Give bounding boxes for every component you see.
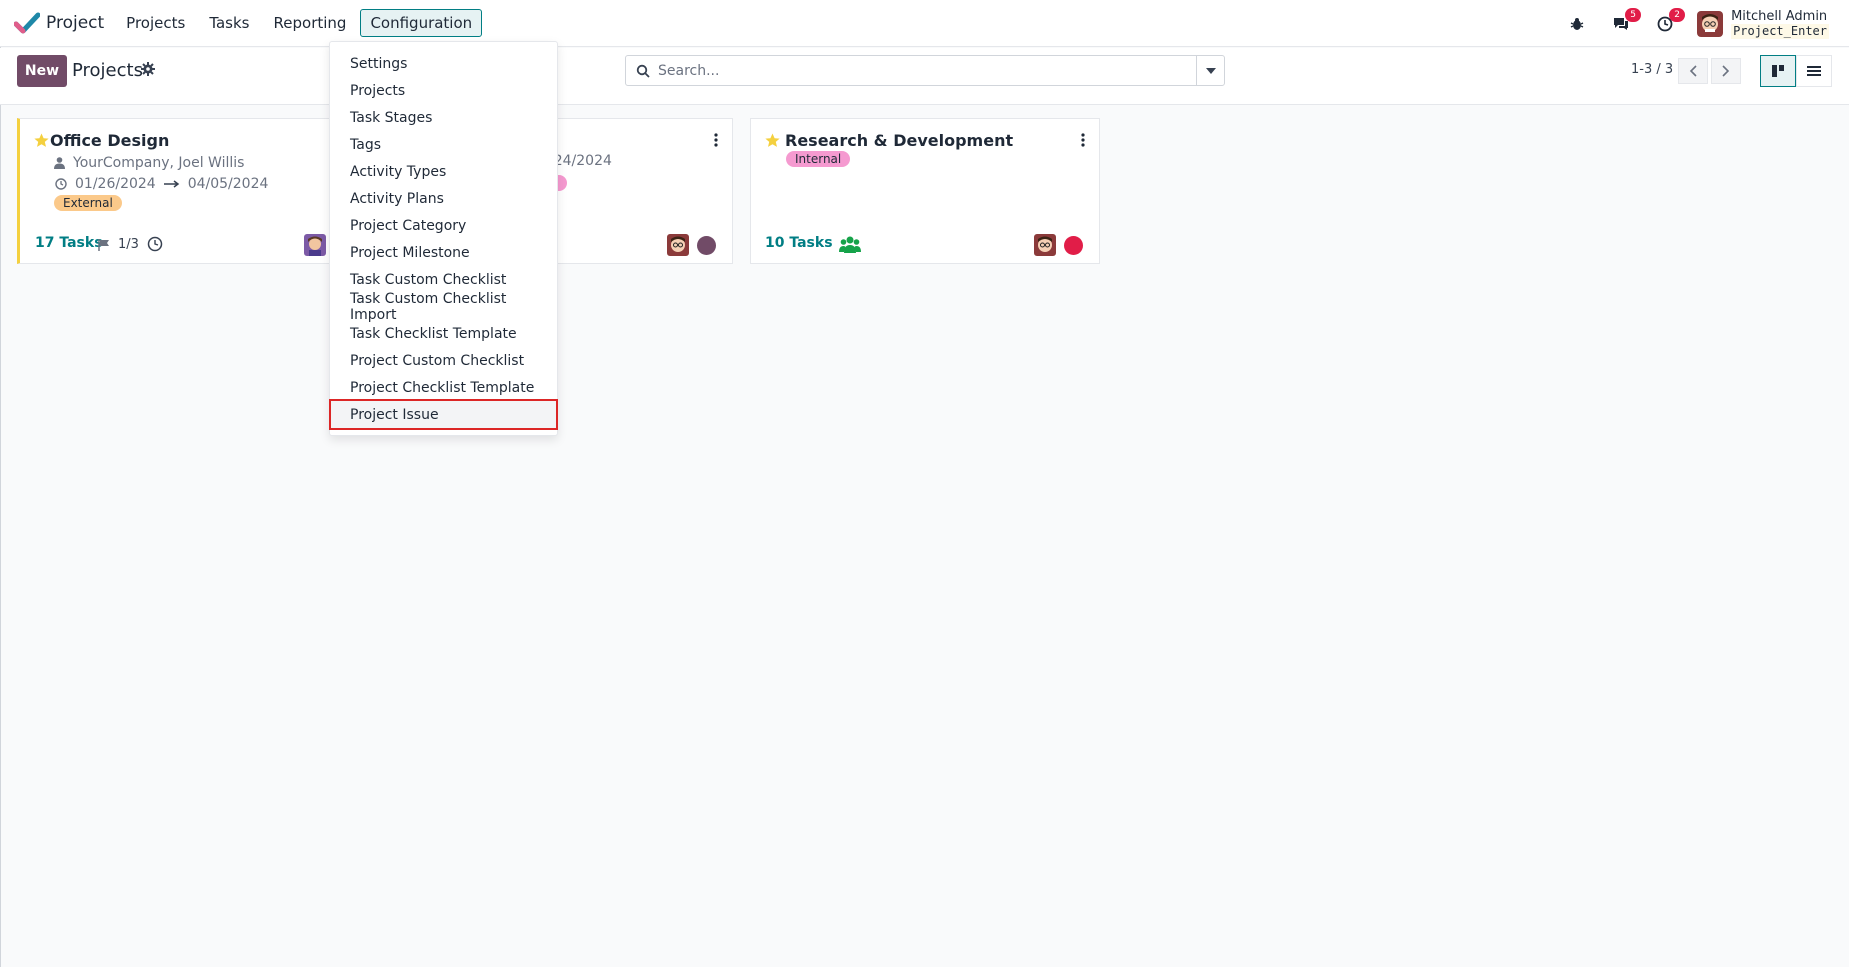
project-card-research-development[interactable]: Research & Development Internal 10 Tasks xyxy=(750,118,1100,264)
favorite-star-icon[interactable] xyxy=(34,133,49,148)
user-menu[interactable]: Mitchell Admin Project_Enter xyxy=(1697,9,1829,39)
project-manager-avatar[interactable] xyxy=(1034,234,1056,256)
database-name: Project_Enter xyxy=(1731,23,1829,39)
status-dot[interactable] xyxy=(1064,236,1083,255)
milestones-progress: 1/3 xyxy=(98,237,139,252)
menu-tasks[interactable]: Tasks xyxy=(199,9,259,37)
project-manager-avatar[interactable] xyxy=(304,234,326,256)
card-menu-icon[interactable] xyxy=(708,131,724,149)
card-menu-icon[interactable] xyxy=(1075,131,1091,149)
project-tag: Internal xyxy=(786,151,851,167)
user-name: Mitchell Admin xyxy=(1731,8,1828,24)
menu-item-projects[interactable]: Projects xyxy=(330,77,557,104)
list-view-button[interactable] xyxy=(1796,55,1832,87)
main-menu: Projects Tasks Reporting Configuration xyxy=(116,9,486,37)
search-bar xyxy=(625,55,1225,86)
gear-icon[interactable] xyxy=(141,62,155,76)
search-icon xyxy=(636,64,650,78)
app-name: Project xyxy=(46,13,105,33)
menu-item-project-issue[interactable]: Project Issue xyxy=(329,399,558,430)
menu-item-task-stages[interactable]: Task Stages xyxy=(330,104,557,131)
debug-icon[interactable] xyxy=(1565,12,1589,36)
date-end: 04/05/2024 xyxy=(187,176,269,192)
top-navbar: Project Projects Tasks Reporting Configu… xyxy=(0,0,1849,47)
pager-previous-button[interactable] xyxy=(1678,58,1708,84)
menu-item-project-milestone[interactable]: Project Milestone xyxy=(330,239,557,266)
menu-item-project-custom-checklist[interactable]: Project Custom Checklist xyxy=(330,347,557,374)
date-start: 01/26/2024 xyxy=(75,176,156,192)
project-app-icon xyxy=(14,12,40,34)
menu-projects[interactable]: Projects xyxy=(116,9,195,37)
menu-item-tags[interactable]: Tags xyxy=(330,131,557,158)
project-manager-avatar[interactable] xyxy=(667,234,689,256)
favorite-star-icon[interactable] xyxy=(765,133,780,148)
menu-reporting[interactable]: Reporting xyxy=(264,9,357,37)
list-icon xyxy=(1807,66,1821,76)
menu-item-task-custom-checklist[interactable]: Task Custom Checklist xyxy=(330,266,557,293)
control-panel: New Projects 1-3 / 3 xyxy=(0,48,1849,105)
menu-item-project-checklist-template[interactable]: Project Checklist Template xyxy=(330,374,557,401)
messages-badge: 5 xyxy=(1625,7,1642,22)
project-name: Office Design xyxy=(50,131,170,150)
activities-badge: 2 xyxy=(1669,7,1686,22)
new-button[interactable]: New xyxy=(17,55,67,87)
project-tag: External xyxy=(54,195,122,211)
flag-icon xyxy=(98,238,109,251)
project-card-office-design[interactable]: Office Design YourCompany, Joel Willis 0… xyxy=(17,118,367,264)
tasks-count-link[interactable]: 10 Tasks xyxy=(765,235,833,251)
clock-icon xyxy=(55,178,67,190)
configuration-dropdown: Settings Projects Task Stages Tags Activ… xyxy=(329,41,558,436)
project-name: Research & Development xyxy=(785,131,1014,150)
menu-item-settings[interactable]: Settings xyxy=(330,50,557,77)
project-customer: YourCompany, Joel Willis xyxy=(54,155,244,171)
caret-down-icon xyxy=(1205,67,1216,74)
arrow-right-icon xyxy=(163,180,179,188)
project-dates: 01/26/2024 04/05/2024 xyxy=(55,176,268,192)
chevron-right-icon xyxy=(1722,65,1730,77)
followers-icon[interactable] xyxy=(839,235,861,253)
systray: 5 2 Mitchell Admin Project_Enter xyxy=(1565,0,1849,47)
menu-item-task-custom-checklist-import[interactable]: Task Custom Checklist Import xyxy=(330,291,557,323)
window-edge xyxy=(0,0,1,967)
menu-item-activity-types[interactable]: Activity Types xyxy=(330,158,557,185)
activities-icon[interactable]: 2 xyxy=(1653,7,1686,36)
menu-item-task-checklist-template[interactable]: Task Checklist Template xyxy=(330,320,557,347)
search-options-toggle[interactable] xyxy=(1196,56,1224,85)
milestones-count: 1/3 xyxy=(118,237,139,252)
user-icon xyxy=(54,157,65,169)
kanban-view-button[interactable] xyxy=(1760,55,1796,87)
pager-next-button[interactable] xyxy=(1711,58,1741,84)
page-title: Projects xyxy=(72,60,143,81)
chevron-left-icon xyxy=(1689,65,1697,77)
date-end: /24/2024 xyxy=(549,153,612,169)
search-input[interactable] xyxy=(658,62,1196,79)
menu-item-activity-plans[interactable]: Activity Plans xyxy=(330,185,557,212)
messages-icon[interactable]: 5 xyxy=(1609,7,1642,36)
kanban-icon xyxy=(1772,65,1784,77)
customer-name: YourCompany, Joel Willis xyxy=(73,155,245,171)
menu-item-project-category[interactable]: Project Category xyxy=(330,212,557,239)
app-brand[interactable]: Project xyxy=(14,0,104,47)
user-avatar xyxy=(1697,10,1724,37)
menu-configuration[interactable]: Configuration xyxy=(360,9,483,37)
pager-value[interactable]: 1-3 / 3 xyxy=(1631,62,1673,77)
activity-clock-icon[interactable] xyxy=(147,236,163,252)
tasks-count-link[interactable]: 17 Tasks xyxy=(35,235,103,251)
status-dot[interactable] xyxy=(697,236,716,255)
